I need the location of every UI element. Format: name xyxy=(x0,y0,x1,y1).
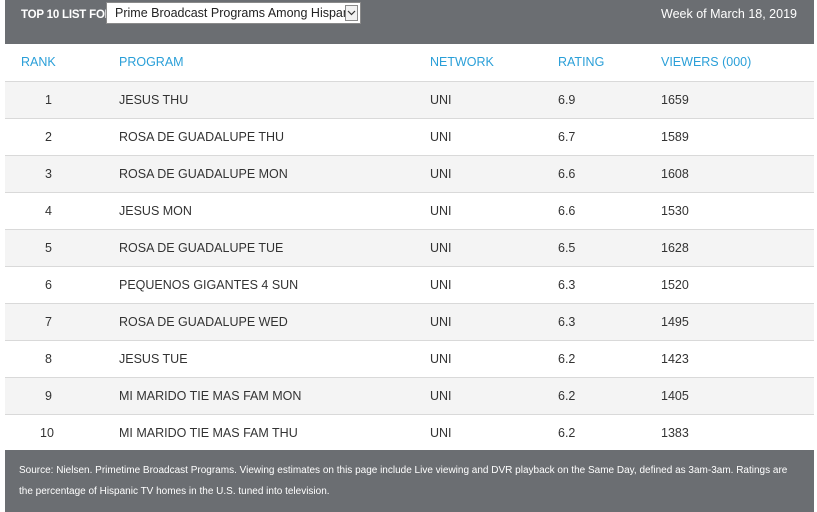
rating-cell: 6.9 xyxy=(550,81,657,119)
column-header-rating: RATING xyxy=(550,44,657,82)
top-ten-panel: TOP 10 LIST FOR Prime Broadcast Programs… xyxy=(5,0,814,512)
rating-cell: 6.5 xyxy=(550,229,657,267)
source-footnote: Source: Nielsen. Primetime Broadcast Pro… xyxy=(5,450,814,512)
rank-cell: 4 xyxy=(5,192,109,230)
rank-cell: 8 xyxy=(5,340,109,378)
network-cell: UNI xyxy=(421,377,550,415)
viewers-cell: 1520 xyxy=(657,266,814,304)
rank-cell: 2 xyxy=(5,118,109,156)
network-cell: UNI xyxy=(421,118,550,156)
rank-cell: 7 xyxy=(5,303,109,341)
viewers-cell: 1383 xyxy=(657,414,814,452)
viewers-cell: 1405 xyxy=(657,377,814,415)
rank-cell: 9 xyxy=(5,377,109,415)
program-cell: ROSA DE GUADALUPE THU xyxy=(109,118,421,156)
table-row: 9 MI MARIDO TIE MAS FAM MON UNI 6.2 1405 xyxy=(5,377,814,415)
program-cell: JESUS MON xyxy=(109,192,421,230)
viewers-cell: 1530 xyxy=(657,192,814,230)
rank-cell: 6 xyxy=(5,266,109,304)
rating-cell: 6.2 xyxy=(550,414,657,452)
table-row: 1 JESUS THU UNI 6.9 1659 xyxy=(5,81,814,119)
program-cell: MI MARIDO TIE MAS FAM THU xyxy=(109,414,421,452)
program-cell: ROSA DE GUADALUPE WED xyxy=(109,303,421,341)
program-cell: JESUS TUE xyxy=(109,340,421,378)
program-cell: ROSA DE GUADALUPE TUE xyxy=(109,229,421,267)
viewers-cell: 1628 xyxy=(657,229,814,267)
network-cell: UNI xyxy=(421,266,550,304)
network-cell: UNI xyxy=(421,303,550,341)
rating-cell: 6.7 xyxy=(550,118,657,156)
rating-cell: 6.3 xyxy=(550,303,657,341)
source-footnote-text: Source: Nielsen. Primetime Broadcast Pro… xyxy=(19,465,788,497)
table-row: 10 MI MARIDO TIE MAS FAM THU UNI 6.2 138… xyxy=(5,414,814,452)
program-cell: JESUS THU xyxy=(109,81,421,119)
rating-cell: 6.3 xyxy=(550,266,657,304)
week-label: Week of March 18, 2019 xyxy=(661,7,797,21)
viewers-cell: 1495 xyxy=(657,303,814,341)
network-cell: UNI xyxy=(421,229,550,267)
viewers-cell: 1423 xyxy=(657,340,814,378)
viewers-cell: 1608 xyxy=(657,155,814,193)
table-row: 8 JESUS TUE UNI 6.2 1423 xyxy=(5,340,814,378)
column-header-rank: RANK xyxy=(5,44,109,82)
viewers-cell: 1589 xyxy=(657,118,814,156)
program-cell: ROSA DE GUADALUPE MON xyxy=(109,155,421,193)
table-row: 7 ROSA DE GUADALUPE WED UNI 6.3 1495 xyxy=(5,303,814,341)
network-cell: UNI xyxy=(421,192,550,230)
column-header-viewers: VIEWERS (000) xyxy=(657,44,814,82)
network-cell: UNI xyxy=(421,340,550,378)
rating-cell: 6.2 xyxy=(550,377,657,415)
column-header-program: PROGRAM xyxy=(109,44,421,82)
network-cell: UNI xyxy=(421,81,550,119)
network-cell: UNI xyxy=(421,155,550,193)
rank-cell: 5 xyxy=(5,229,109,267)
rank-cell: 1 xyxy=(5,81,109,119)
table-row: 2 ROSA DE GUADALUPE THU UNI 6.7 1589 xyxy=(5,118,814,156)
table-row: 5 ROSA DE GUADALUPE TUE UNI 6.5 1628 xyxy=(5,229,814,267)
table-row: 3 ROSA DE GUADALUPE MON UNI 6.6 1608 xyxy=(5,155,814,193)
viewers-cell: 1659 xyxy=(657,81,814,119)
rankings-table: RANK PROGRAM NETWORK RATING VIEWERS (000… xyxy=(5,44,814,452)
program-cell: MI MARIDO TIE MAS FAM MON xyxy=(109,377,421,415)
rating-cell: 6.2 xyxy=(550,340,657,378)
list-type-select-value: Prime Broadcast Programs Among Hispanic xyxy=(115,6,345,20)
network-cell: UNI xyxy=(421,414,550,452)
rank-cell: 10 xyxy=(5,414,109,452)
header-bar: TOP 10 LIST FOR Prime Broadcast Programs… xyxy=(5,0,814,44)
chevron-down-icon[interactable] xyxy=(345,5,358,21)
table-header-row: RANK PROGRAM NETWORK RATING VIEWERS (000… xyxy=(5,44,814,82)
program-cell: PEQUENOS GIGANTES 4 SUN xyxy=(109,266,421,304)
table-row: 4 JESUS MON UNI 6.6 1530 xyxy=(5,192,814,230)
top-ten-label: TOP 10 LIST FOR xyxy=(21,8,113,22)
rating-cell: 6.6 xyxy=(550,192,657,230)
table-row: 6 PEQUENOS GIGANTES 4 SUN UNI 6.3 1520 xyxy=(5,266,814,304)
rank-cell: 3 xyxy=(5,155,109,193)
column-header-network: NETWORK xyxy=(421,44,550,82)
list-type-select[interactable]: Prime Broadcast Programs Among Hispanic xyxy=(106,2,361,24)
rating-cell: 6.6 xyxy=(550,155,657,193)
